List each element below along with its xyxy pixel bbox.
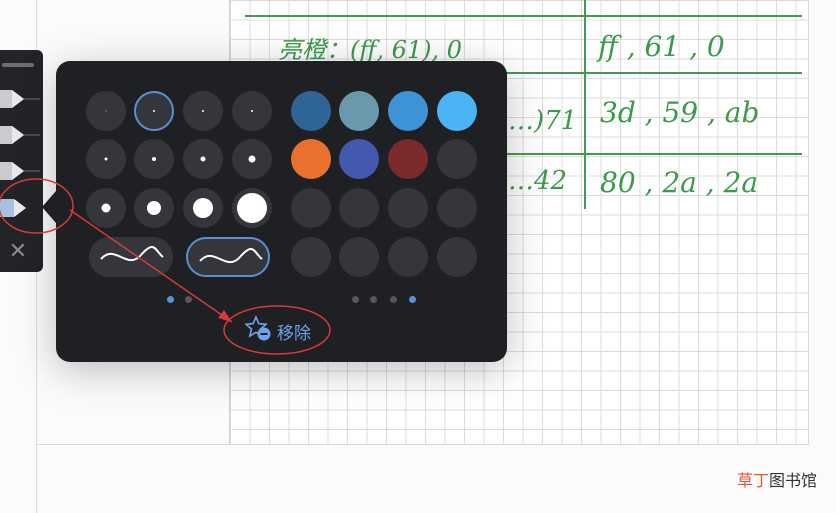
size-option[interactable] (134, 188, 174, 228)
page-indicator-active[interactable] (167, 296, 174, 303)
pen-tool-1[interactable] (0, 87, 40, 111)
pen-settings-popup: 移除 (42, 61, 507, 362)
color-swatch[interactable] (339, 139, 379, 179)
handwriting-cell: 亮橙：(ff, 61), 0 (278, 36, 463, 64)
handwriting-cell: 80 , 2a , 2a (600, 166, 759, 199)
watermark-part-1: 草丁 (737, 471, 770, 490)
color-swatch[interactable] (437, 188, 477, 228)
size-option[interactable] (86, 91, 126, 131)
watermark-part-2: 图书馆 (769, 471, 818, 490)
size-option[interactable] (183, 188, 223, 228)
color-swatch[interactable] (291, 188, 331, 228)
color-swatch[interactable] (388, 188, 428, 228)
handwriting-cell: …)71 (508, 106, 578, 136)
color-swatch[interactable] (291, 91, 331, 131)
ink-line (245, 15, 802, 17)
page-indicator-active[interactable] (409, 296, 416, 303)
close-icon[interactable]: ✕ (6, 240, 30, 264)
stroke-style-smooth[interactable] (89, 237, 173, 277)
color-swatch[interactable] (291, 237, 331, 277)
size-option[interactable] (86, 188, 126, 228)
color-swatch[interactable] (437, 91, 477, 131)
size-option-selected[interactable] (134, 91, 174, 131)
size-option[interactable] (134, 139, 174, 179)
pen-tool-4-selected[interactable] (0, 196, 40, 220)
popup-pointer (42, 191, 56, 223)
watermark: 草丁图书馆 (737, 467, 817, 491)
color-swatch[interactable] (291, 139, 331, 179)
pen-tool-2[interactable] (0, 123, 40, 147)
size-option[interactable] (232, 188, 272, 228)
color-swatch[interactable] (388, 237, 428, 277)
color-swatch[interactable] (437, 139, 477, 179)
stroke-style-pressure-selected[interactable] (186, 237, 270, 277)
page-border-right (808, 0, 809, 445)
pen-tool-3[interactable] (0, 159, 40, 183)
page-border-bottom (36, 444, 808, 445)
handwriting-cell: …42 (508, 166, 568, 196)
remove-label: 移除 (277, 324, 311, 344)
size-option[interactable] (232, 91, 272, 131)
color-swatch[interactable] (339, 237, 379, 277)
color-swatch[interactable] (388, 91, 428, 131)
size-option[interactable] (183, 91, 223, 131)
star-remove-icon (244, 314, 271, 341)
color-swatch[interactable] (339, 188, 379, 228)
handwriting-cell: ff , 61 , 0 (598, 30, 725, 63)
ink-line (584, 0, 586, 209)
size-option[interactable] (232, 139, 272, 179)
drag-handle[interactable] (2, 63, 34, 67)
color-swatch[interactable] (339, 91, 379, 131)
pen-toolbar: ✕ (0, 50, 43, 272)
page-indicator[interactable] (390, 296, 397, 303)
wave-stroke-icon (199, 248, 263, 264)
color-swatch[interactable] (437, 237, 477, 277)
remove-favorite-button[interactable]: 移除 (244, 314, 311, 347)
wave-stroke-icon (100, 246, 164, 262)
size-option[interactable] (86, 139, 126, 179)
size-option[interactable] (183, 139, 223, 179)
handwriting-cell: 3d , 59 , ab (600, 96, 760, 129)
color-swatch[interactable] (388, 139, 428, 179)
page-indicator[interactable] (370, 296, 377, 303)
page-indicator[interactable] (185, 296, 192, 303)
page-indicator[interactable] (352, 296, 359, 303)
